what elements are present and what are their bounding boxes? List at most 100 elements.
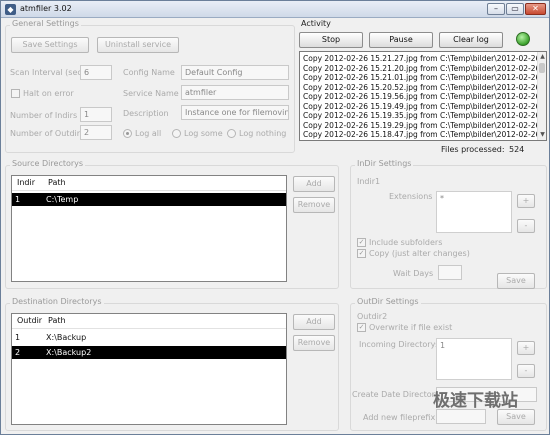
indir-settings-title: InDir Settings [355, 159, 414, 168]
status-indicator-icon [516, 32, 530, 46]
row-outdir: 1 [15, 333, 21, 342]
incoming-directory-item[interactable]: 1 [440, 341, 445, 350]
indir-save-button[interactable]: Save [497, 273, 535, 289]
destination-remove-button[interactable]: Remove [293, 335, 335, 351]
log-line: Copy 2012-02-26 15.18.47.jpg from C:\Tem… [303, 130, 547, 139]
num-outdirs-label: Number of Outdirs [10, 129, 85, 138]
include-subfolders-checkbox[interactable]: ✓ [357, 238, 366, 247]
title-bar[interactable]: ◆ atmfiler 3.02 – ▭ ✕ [1, 1, 549, 18]
row-path: X:\Backup2 [46, 348, 92, 357]
overwrite-label: Overwrite if file exist [369, 323, 453, 332]
row-path: X:\Backup [46, 333, 87, 342]
log-line: Copy 2012-02-26 15.19.49.jpg from C:\Tem… [303, 101, 547, 111]
uninstall-service-button[interactable]: Uninstall service [97, 37, 179, 53]
incoming-directorys-label: Incoming Directorys [359, 340, 440, 349]
source-remove-button[interactable]: Remove [293, 197, 335, 213]
incoming-remove-button[interactable]: - [517, 364, 535, 378]
copy-changes-label: Copy (just alter changes) [369, 249, 470, 258]
scroll-down-icon[interactable]: ▼ [539, 131, 546, 138]
service-name-label: Service Name [123, 89, 179, 98]
activity-log[interactable]: Copy 2012-02-26 15.21.27.jpg from C:\Tem… [299, 51, 547, 141]
table-row[interactable]: 1 C:\Temp [12, 193, 286, 206]
log-all-label: Log all [135, 129, 162, 138]
log-scrollbar[interactable]: ▲ ▼ [537, 52, 546, 140]
table-header: Outdir Path [12, 314, 286, 329]
wait-days-label: Wait Days [393, 269, 434, 278]
config-name-input[interactable]: Default Config [181, 65, 289, 80]
row-path: C:\Temp [46, 195, 79, 204]
log-line: Copy 2012-02-26 15.19.29.jpg from C:\Tem… [303, 120, 547, 130]
watermark-logo: 极速下载站 [433, 391, 518, 411]
general-settings-title: General Settings [10, 19, 81, 28]
fileprefix-input[interactable] [436, 409, 486, 424]
files-processed-count: 524 [509, 145, 525, 154]
extension-remove-button[interactable]: - [517, 219, 535, 233]
extension-add-button[interactable]: + [517, 194, 535, 208]
log-nothing-label: Log nothing [239, 129, 287, 138]
column-header-outdir[interactable]: Outdir [17, 316, 42, 325]
scroll-thumb[interactable] [539, 63, 545, 73]
halt-on-error-label: Halt on error [23, 89, 74, 98]
log-line: Copy 2012-02-26 15.19.35.jpg from C:\Tem… [303, 111, 547, 120]
column-header-path[interactable]: Path [48, 178, 66, 187]
log-line: Copy 2012-02-26 15.19.56.jpg from C:\Tem… [303, 92, 547, 101]
destination-add-button[interactable]: Add [293, 314, 335, 330]
wait-days-input[interactable] [438, 265, 462, 280]
stop-button[interactable]: Stop [299, 32, 363, 48]
copy-changes-checkbox[interactable]: ✓ [357, 249, 366, 258]
table-header: Indir Path [12, 176, 286, 191]
outdir-settings-title: OutDir Settings [355, 297, 421, 306]
extensions-list[interactable]: * [436, 191, 512, 233]
files-processed-label: Files processed: [441, 145, 505, 154]
activity-title: Activity [301, 19, 331, 28]
log-all-radio[interactable] [123, 129, 132, 138]
log-line: Copy 2012-02-26 15.21.20.jpg from C:\Tem… [303, 63, 547, 73]
halt-on-error-checkbox[interactable] [11, 89, 20, 98]
log-some-radio[interactable] [172, 129, 181, 138]
outdir-name-label: Outdir2 [357, 312, 388, 321]
include-subfolders-label: Include subfolders [369, 238, 443, 247]
source-directory-table[interactable]: Indir Path 1 C:\Temp [11, 175, 287, 282]
row-outdir: 2 [15, 348, 21, 357]
scan-interval-label: Scan Interval (sec) [10, 68, 85, 77]
log-nothing-radio[interactable] [227, 129, 236, 138]
pause-button[interactable]: Pause [369, 32, 433, 48]
minimize-button[interactable]: – [487, 3, 505, 15]
add-fileprefix-label: Add new fileprefix [363, 413, 436, 422]
window-title: atmfiler 3.02 [20, 4, 72, 13]
outdir-save-button[interactable]: Save [497, 409, 535, 425]
app-window: ◆ atmfiler 3.02 – ▭ ✕ General Settings S… [0, 0, 550, 435]
close-button[interactable]: ✕ [525, 3, 546, 15]
app-icon: ◆ [5, 4, 16, 15]
column-header-path[interactable]: Path [48, 316, 66, 325]
destination-directory-table[interactable]: Outdir Path 1 X:\Backup 2 X:\Backup2 [11, 313, 287, 425]
overwrite-checkbox[interactable]: ✓ [357, 323, 366, 332]
clear-log-button[interactable]: Clear log [439, 32, 503, 48]
description-input[interactable]: Instance one for filemoving [181, 105, 289, 120]
num-indirs-input[interactable]: 1 [80, 107, 112, 122]
log-line: Copy 2012-02-26 15.21.27.jpg from C:\Tem… [303, 54, 547, 63]
service-name-input[interactable]: atmfiler [181, 85, 289, 100]
log-line: Copy 2012-02-26 15.21.01.jpg from C:\Tem… [303, 73, 547, 82]
log-some-label: Log some [184, 129, 223, 138]
save-settings-button[interactable]: Save Settings [11, 37, 89, 53]
log-line: Copy 2012-02-26 15.20.52.jpg from C:\Tem… [303, 82, 547, 92]
table-row[interactable]: 2 X:\Backup2 [12, 346, 286, 359]
incoming-add-button[interactable]: + [517, 341, 535, 355]
table-row[interactable]: 1 X:\Backup [12, 331, 286, 344]
description-label: Description [123, 109, 169, 118]
source-directorys-title: Source Directorys [10, 159, 86, 168]
num-outdirs-input[interactable]: 2 [80, 125, 112, 140]
scan-interval-input[interactable]: 6 [80, 65, 112, 80]
incoming-directorys-list[interactable]: 1 [436, 338, 512, 380]
create-date-directory-label: Create Date Directory [352, 390, 440, 399]
maximize-button[interactable]: ▭ [506, 3, 524, 15]
scroll-up-icon[interactable]: ▲ [539, 53, 546, 60]
config-name-label: Config Name [123, 68, 175, 77]
num-indirs-label: Number of Indirs [10, 111, 78, 120]
indir-name-label: Indir1 [357, 177, 381, 186]
source-add-button[interactable]: Add [293, 176, 335, 192]
extension-item[interactable]: * [440, 194, 444, 203]
extensions-label: Extensions [389, 192, 433, 201]
column-header-indir[interactable]: Indir [17, 178, 35, 187]
